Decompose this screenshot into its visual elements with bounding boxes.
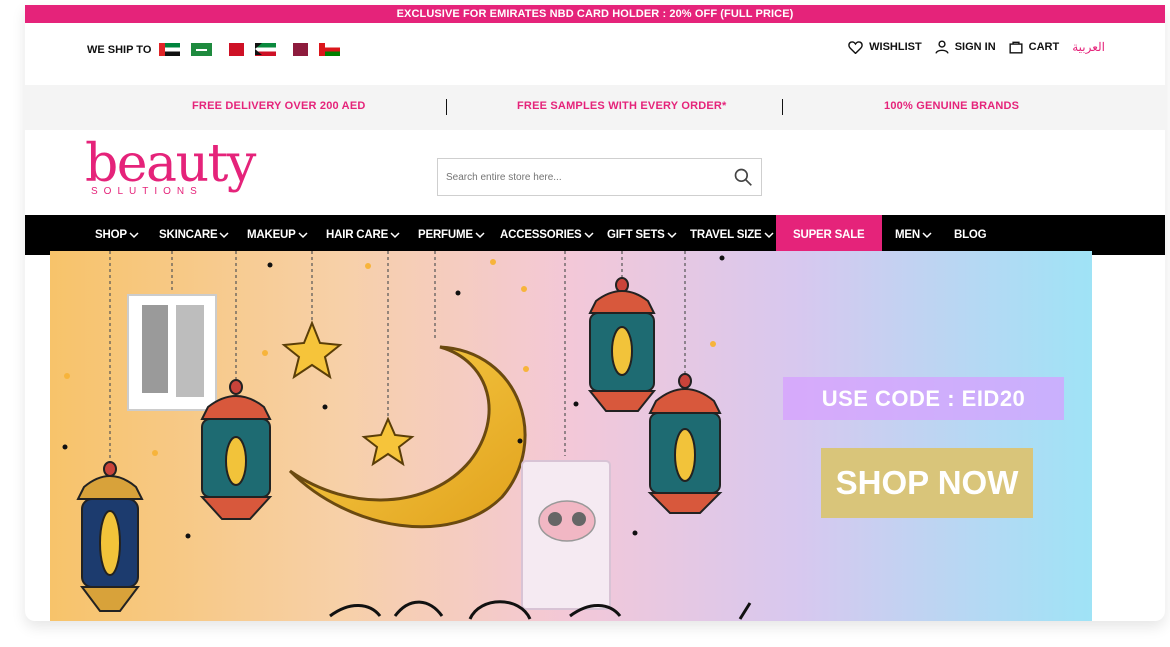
nav-item-skincare[interactable]: SKINCARE <box>159 215 229 255</box>
search-box <box>437 158 762 196</box>
chevron-down-icon <box>667 231 677 238</box>
logo-word: beauty <box>85 134 256 194</box>
ship-to-label: WE SHIP TO <box>87 43 152 56</box>
shop-now-button[interactable]: SHOP NOW <box>821 448 1033 518</box>
account-links: WISHLIST SIGN IN CART العربية <box>835 40 1105 54</box>
nav-label: TRAVEL SIZE <box>690 229 762 241</box>
nav-item-travel-size[interactable]: TRAVEL SIZE <box>690 215 774 255</box>
nav-item-hair-care[interactable]: HAIR CARE <box>326 215 400 255</box>
chevron-down-icon <box>763 231 774 238</box>
heart-icon <box>848 40 863 54</box>
kuwait-flag-icon[interactable] <box>255 43 277 56</box>
cart-link[interactable]: CART <box>1009 40 1060 54</box>
benefit-genuine-brands: 100% GENUINE BRANDS <box>884 100 1020 112</box>
bag-icon <box>1009 41 1023 54</box>
divider <box>782 99 783 115</box>
nav-item-accessories[interactable]: ACCESSORIES <box>500 215 594 255</box>
nav-label: SKINCARE <box>159 229 218 241</box>
chevron-down-icon <box>583 231 594 238</box>
nav-label: MEN <box>895 229 920 241</box>
promo-bar[interactable]: EXCLUSIVE FOR EMIRATES NBD CARD HOLDER :… <box>25 5 1165 23</box>
chevron-down-icon <box>219 231 229 238</box>
chevron-down-icon <box>298 231 308 238</box>
benefit-free-samples: FREE SAMPLES WITH EVERY ORDER* <box>517 100 727 112</box>
uae-flag-icon[interactable] <box>159 43 181 56</box>
chevron-down-icon <box>390 231 400 238</box>
benefits-bar: FREE DELIVERY OVER 200 AED FREE SAMPLES … <box>25 85 1165 130</box>
wishlist-link[interactable]: WISHLIST <box>848 40 922 54</box>
nav-item-blog[interactable]: BLOG <box>954 215 987 255</box>
promo-code-box: USE CODE : EID20 <box>783 377 1064 420</box>
divider <box>446 99 447 115</box>
nav-item-gift-sets[interactable]: GIFT SETS <box>607 215 677 255</box>
hero-banner[interactable]: USE CODE : EID20 SHOP NOW <box>50 251 1092 621</box>
nav-label: SUPER SALE <box>793 229 865 241</box>
nav-label: SHOP <box>95 229 127 241</box>
nav-label: GIFT SETS <box>607 229 665 241</box>
user-icon <box>935 40 949 54</box>
benefit-free-delivery: FREE DELIVERY OVER 200 AED <box>192 100 366 112</box>
nav-item-shop[interactable]: SHOP <box>95 215 139 255</box>
nav-item-makeup[interactable]: MAKEUP <box>247 215 308 255</box>
nav-item-men[interactable]: MEN <box>895 215 932 255</box>
bahrain-flag-icon[interactable] <box>223 43 245 56</box>
nav-item-super-sale[interactable]: SUPER SALE <box>776 215 882 255</box>
top-bar: WE SHIP TO WISHLIST SIGN IN CART العربية <box>25 23 1165 85</box>
oman-flag-icon[interactable] <box>319 43 341 56</box>
sign-in-link[interactable]: SIGN IN <box>935 40 996 54</box>
chevron-down-icon <box>475 231 485 238</box>
search-icon[interactable] <box>725 159 761 195</box>
nav-label: HAIR CARE <box>326 229 389 241</box>
header: beauty SOLUTIONS <box>25 130 1165 215</box>
nav-item-perfume[interactable]: PERFUME <box>418 215 485 255</box>
search-input[interactable] <box>438 159 725 195</box>
cart-label: CART <box>1028 41 1060 53</box>
nav-label: BLOG <box>954 229 987 241</box>
qatar-flag-icon[interactable] <box>287 43 309 56</box>
saudi-flag-icon[interactable] <box>191 43 213 56</box>
banner-artwork <box>50 251 1092 621</box>
chevron-down-icon <box>922 231 932 238</box>
language-switch[interactable]: العربية <box>1072 40 1105 54</box>
wishlist-label: WISHLIST <box>869 41 922 53</box>
ship-to: WE SHIP TO <box>87 43 351 56</box>
sign-in-label: SIGN IN <box>954 41 996 53</box>
lantern-mid-right <box>587 277 657 412</box>
main-nav: SHOP SKINCARE MAKEUP HAIR CARE PERFUME A… <box>25 215 1165 255</box>
nav-label: MAKEUP <box>247 229 296 241</box>
nav-label: ACCESSORIES <box>500 229 582 241</box>
chevron-down-icon <box>129 231 139 238</box>
product-device <box>521 460 611 610</box>
site-logo[interactable]: beauty SOLUTIONS <box>85 136 260 206</box>
nav-label: PERFUME <box>418 229 473 241</box>
lantern-left <box>76 461 144 612</box>
